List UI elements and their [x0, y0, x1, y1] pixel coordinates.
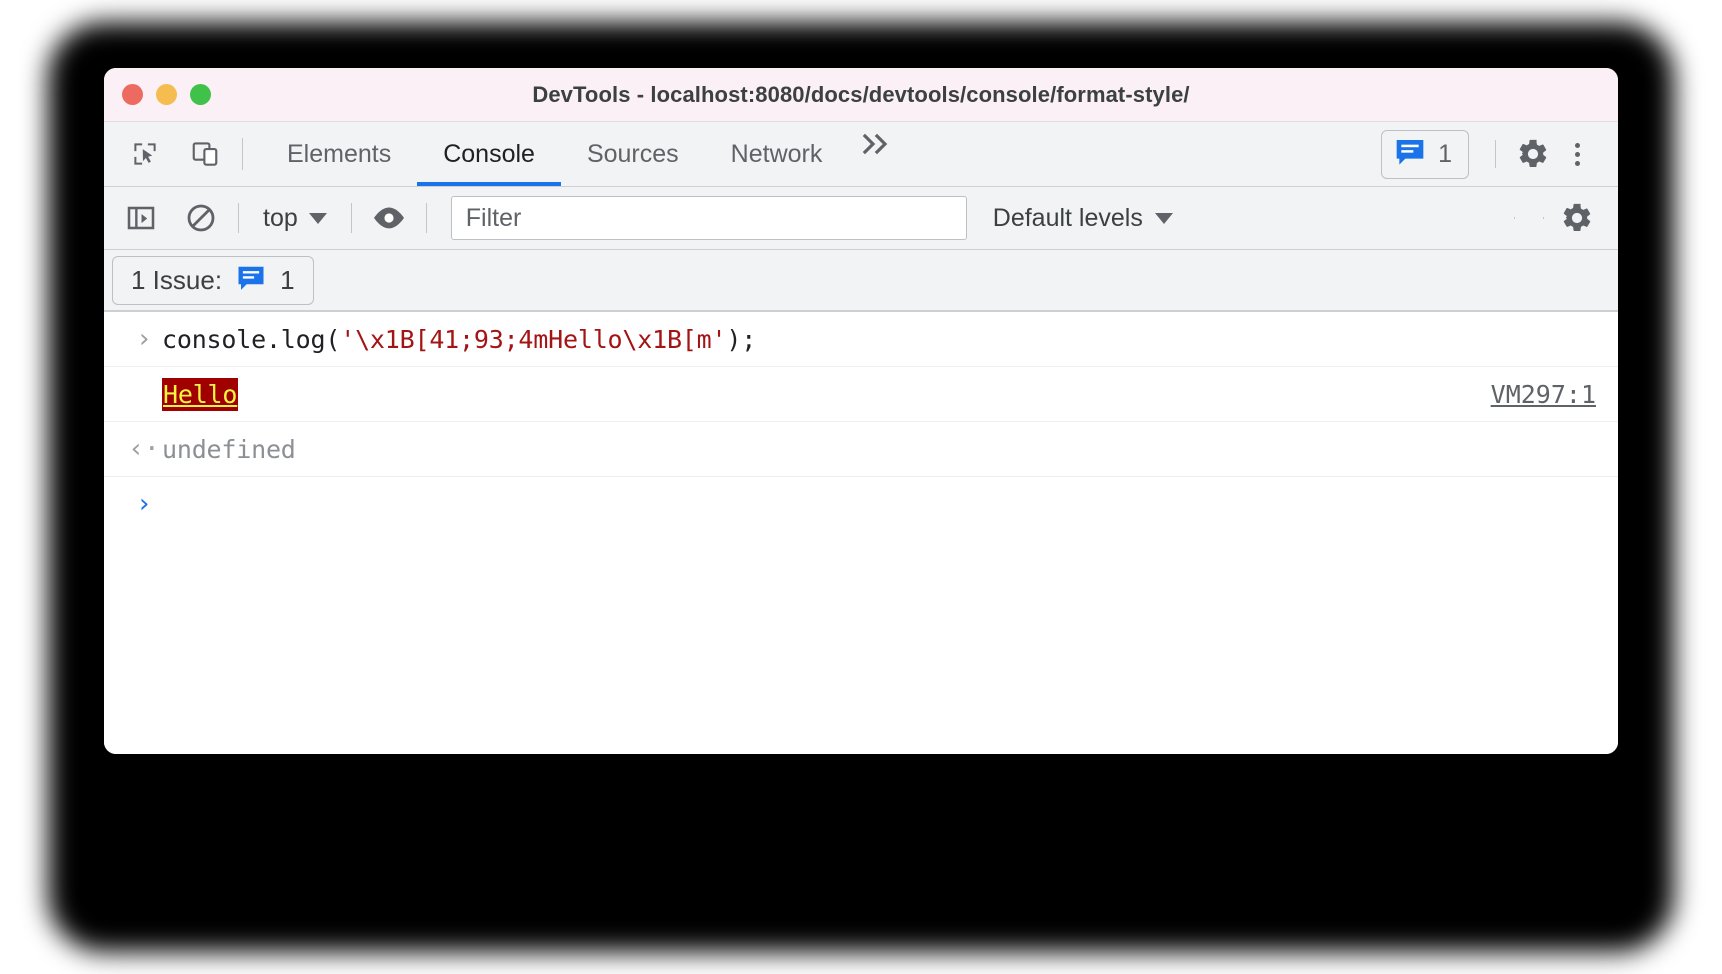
console-toolbar-right	[1500, 199, 1618, 237]
gear-icon[interactable]	[1558, 199, 1596, 237]
prompt-caret-icon: ›	[136, 489, 152, 519]
console-input-code: console.log('\x1B[41;93;4mHello\x1B[m');	[162, 325, 756, 354]
code-suffix: );	[726, 324, 757, 354]
inspect-element-icon[interactable]	[126, 135, 164, 173]
input-marker-icon: ›	[136, 324, 152, 354]
console-result-row[interactable]: ‹· undefined	[104, 422, 1618, 477]
chevron-down-icon	[1154, 212, 1173, 224]
screenshot-stage: DevTools - localhost:8080/docs/devtools/…	[0, 0, 1722, 974]
chevron-down-icon	[308, 212, 327, 224]
devtools-tabbar: Elements Console Sources Network 1	[104, 122, 1618, 187]
code-prefix: console.log(	[162, 324, 341, 354]
tab-elements[interactable]: Elements	[261, 122, 417, 186]
toolbar-divider-5	[1543, 217, 1544, 219]
console-result-value: undefined	[162, 434, 296, 464]
tabbar-left-icons	[104, 122, 224, 186]
more-tabs-chevron-icon[interactable]	[848, 122, 908, 166]
kebab-menu-icon[interactable]	[1556, 133, 1598, 175]
console-prompt-row[interactable]: ›	[104, 477, 1618, 531]
console-sidebar-icon[interactable]	[122, 199, 160, 237]
tab-sources-label: Sources	[586, 139, 679, 168]
window-titlebar: DevTools - localhost:8080/docs/devtools/…	[104, 68, 1618, 122]
issues-summary-count: 1	[280, 264, 295, 295]
tab-network[interactable]: Network	[705, 122, 849, 186]
console-toolbar: top Filter Default levels	[104, 187, 1618, 250]
tabbar-divider	[242, 138, 243, 170]
issues-counter-button[interactable]: 1	[1381, 129, 1469, 179]
execution-context-label: top	[263, 203, 298, 232]
tabbar-right-divider	[1495, 140, 1496, 168]
devtools-window: DevTools - localhost:8080/docs/devtools/…	[104, 68, 1618, 754]
panel-tabs: Elements Console Sources Network	[261, 122, 908, 186]
issues-bar: 1 Issue: 1	[104, 250, 1618, 312]
log-levels-selector[interactable]: Default levels	[993, 204, 1173, 233]
issues-count: 1	[1438, 139, 1452, 168]
gear-icon[interactable]	[1514, 135, 1552, 173]
tab-sources[interactable]: Sources	[561, 122, 705, 186]
zoom-window-button[interactable]	[190, 84, 211, 105]
source-location-link[interactable]: VM297:1	[1491, 380, 1596, 409]
filter-placeholder: Filter	[465, 203, 522, 232]
tab-console[interactable]: Console	[417, 122, 561, 186]
console-output-row[interactable]: Hello VM297:1	[104, 367, 1618, 422]
tabbar-right-icons: 1	[1381, 122, 1618, 186]
traffic-lights	[122, 84, 211, 105]
clear-console-icon[interactable]	[182, 199, 220, 237]
issues-summary-label: 1 Issue:	[131, 264, 223, 295]
toolbar-divider-2	[350, 203, 352, 233]
issues-summary-button[interactable]: 1 Issue: 1	[112, 255, 314, 305]
minimize-window-button[interactable]	[156, 84, 177, 105]
console-message-list: › console.log('\x1B[41;93;4mHello\x1B[m'…	[104, 312, 1618, 754]
live-expression-eye-icon[interactable]	[370, 199, 408, 237]
result-marker-icon: ‹·	[128, 434, 160, 464]
issues-message-icon	[1394, 137, 1426, 172]
issues-message-icon	[236, 264, 266, 297]
code-string-literal: '\x1B[41;93;4mHello\x1B[m'	[340, 324, 727, 354]
execution-context-selector[interactable]: top	[257, 202, 333, 235]
toolbar-divider-3	[425, 203, 427, 233]
toolbar-divider-4	[1514, 217, 1515, 219]
tab-network-label: Network	[730, 139, 823, 168]
window-title: DevTools - localhost:8080/docs/devtools/…	[532, 81, 1190, 107]
tab-console-label: Console	[443, 139, 535, 168]
ansi-styled-output: Hello	[162, 377, 239, 411]
console-input-row[interactable]: › console.log('\x1B[41;93;4mHello\x1B[m'…	[104, 312, 1618, 367]
close-window-button[interactable]	[122, 84, 143, 105]
filter-input[interactable]: Filter	[450, 196, 967, 240]
tab-elements-label: Elements	[287, 139, 392, 168]
toolbar-divider-1	[238, 203, 239, 233]
log-levels-label: Default levels	[992, 203, 1143, 232]
device-toolbar-icon[interactable]	[186, 135, 224, 173]
